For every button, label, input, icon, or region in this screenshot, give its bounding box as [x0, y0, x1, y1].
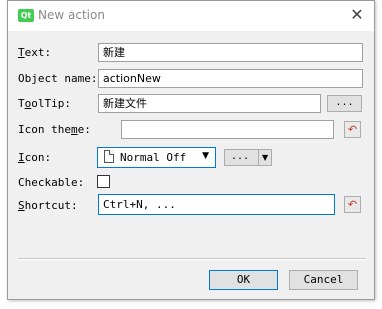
qt-logo-icon: Qt [18, 9, 34, 22]
tooltip-field[interactable]: 新建文件 [98, 94, 321, 113]
new-action-dialog: Qt New action ✕ Text: 新建 Object name: ac… [7, 0, 375, 300]
cancel-button[interactable]: Cancel [289, 270, 358, 290]
ok-button[interactable]: OK [209, 270, 278, 290]
chevron-down-icon: ▼ [202, 151, 209, 161]
reset-shortcut-icon[interactable]: ↶ [344, 196, 361, 213]
dialog-title: New action [38, 8, 105, 22]
icon-mode-combo[interactable]: Normal Off ▼ [97, 147, 216, 168]
checkable-label: Checkable: [18, 176, 85, 189]
close-icon[interactable]: ✕ [348, 6, 366, 24]
icon-label: Icon: [18, 151, 52, 164]
icon-mode-value: Normal Off [120, 151, 187, 164]
icon-theme-label: Icon theme: [18, 123, 91, 136]
icon-browse-split-button[interactable]: ... ▼ [224, 149, 272, 166]
text-label: Text: [18, 46, 52, 59]
document-icon [104, 150, 114, 163]
text-field[interactable]: 新建 [98, 43, 363, 62]
button-divider [18, 258, 366, 260]
shortcut-field[interactable]: Ctrl+N, ... [98, 194, 335, 215]
split-separator [258, 150, 259, 165]
chevron-down-icon[interactable]: ▼ [262, 150, 268, 165]
icon-browse-label: ... [231, 151, 250, 162]
shortcut-label: Shortcut: [18, 199, 78, 212]
reset-icon-theme-icon[interactable]: ↶ [344, 121, 361, 138]
object-name-field[interactable]: actionNew [98, 69, 363, 88]
icon-theme-field[interactable] [121, 120, 334, 139]
tooltip-label: ToolTip: [18, 97, 71, 110]
checkable-checkbox[interactable] [97, 175, 110, 188]
title-bar: Qt New action ✕ [8, 1, 374, 31]
tooltip-edit-button[interactable]: ... [327, 95, 362, 112]
object-name-label: Object name: [18, 72, 98, 85]
